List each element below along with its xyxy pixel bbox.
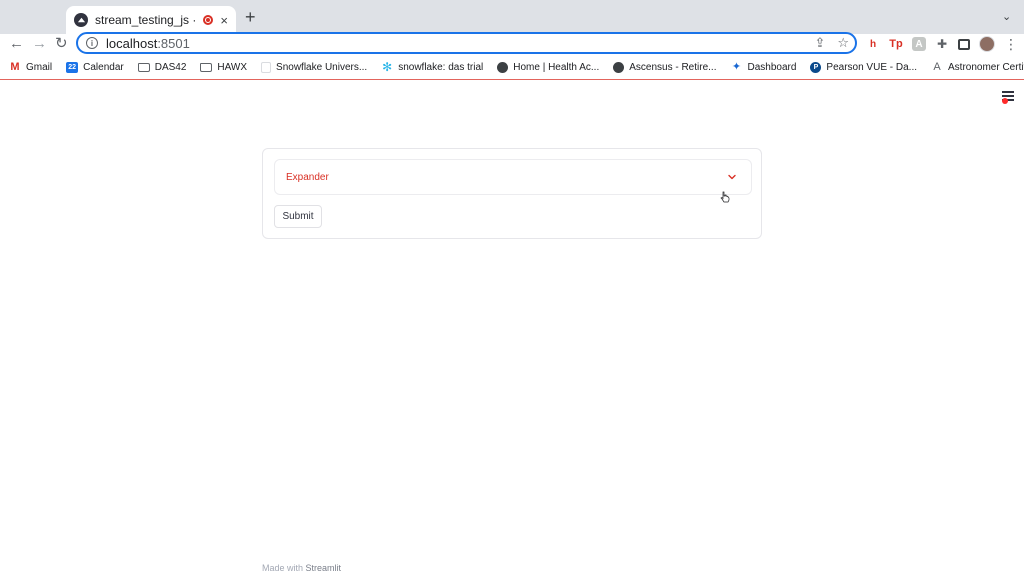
hand-cursor-icon — [720, 191, 730, 203]
bookmark-label: Dashboard — [747, 61, 797, 73]
browser-toolbar: ← → ↻ i localhost:8501 ⇪ ☆ h Tp A ✚ ⋮ — [0, 32, 1024, 56]
bookmark-item[interactable]: A Astronomer Certif... — [931, 60, 1024, 73]
footer: Made with Streamlit — [262, 563, 342, 573]
astronomer-icon: A — [933, 60, 941, 73]
calendar-icon: 22 — [66, 61, 79, 73]
side-panel-icon[interactable] — [958, 38, 970, 50]
expander[interactable]: Expander — [274, 159, 752, 203]
browser-menu-icon[interactable]: ⋮ — [1004, 37, 1018, 51]
new-tab-button[interactable]: + — [245, 8, 256, 26]
recording-indicator-icon — [203, 15, 214, 25]
form-container: Expander Submit — [262, 148, 762, 239]
bookmark-item[interactable]: Snowflake Univers... — [261, 61, 368, 73]
share-icon[interactable]: ⇪ — [814, 35, 825, 51]
bookmark-item[interactable]: Home | Health Ac... — [497, 61, 600, 73]
forward-button[interactable]: → — [32, 35, 47, 53]
bookmarks-bar: M Gmail 22 Calendar DAS42 HAWX Snowflake Unive… — [0, 56, 1024, 78]
bookmark-star-icon[interactable]: ☆ — [837, 35, 849, 51]
tab-close-icon[interactable]: × — [220, 14, 228, 27]
address-bar[interactable]: i localhost:8501 ⇪ ☆ — [76, 32, 857, 54]
chevron-down-icon — [728, 174, 736, 180]
streamlit-page: Expander Submit Made with Streamlit — [0, 80, 1024, 583]
tab-title: stream_testing_js · Streamlit — [95, 13, 199, 27]
bookmark-label: Home | Health Ac... — [513, 61, 600, 73]
browser-tab-active[interactable]: stream_testing_js · Streamlit × — [66, 6, 236, 34]
bookmark-item[interactable]: P Pearson VUE - Da... — [810, 61, 917, 73]
dashboard-icon: ✦ — [731, 60, 742, 73]
globe-icon — [497, 61, 509, 73]
app-main-menu-button[interactable] — [1002, 91, 1016, 104]
bookmark-label: Snowflake Univers... — [276, 61, 368, 73]
folder-icon — [200, 62, 213, 72]
bookmark-item[interactable]: Ascensus - Retire... — [613, 61, 717, 73]
extension-tp-icon[interactable]: Tp — [889, 37, 903, 51]
url-text[interactable]: localhost:8501 — [106, 36, 190, 51]
bookmark-label: Gmail — [26, 61, 53, 73]
expander-label: Expander — [286, 171, 329, 183]
back-button[interactable]: ← — [9, 35, 24, 53]
bookmark-item[interactable]: ✻ snowflake: das trial — [381, 60, 484, 74]
site-info-icon[interactable]: i — [86, 37, 98, 49]
notification-dot-icon — [1002, 98, 1008, 104]
page-icon — [261, 61, 272, 73]
bookmark-item[interactable]: M Gmail — [9, 60, 53, 73]
browser-tab-strip: stream_testing_js · Streamlit × + ⌄ — [0, 0, 1024, 34]
globe-icon — [613, 61, 625, 73]
profile-avatar[interactable] — [979, 36, 995, 52]
bookmark-label: HAWX — [217, 61, 248, 73]
pearson-icon: P — [810, 61, 822, 73]
bookmark-item[interactable]: 22 Calendar — [66, 61, 124, 73]
reload-button[interactable]: ↻ — [55, 35, 68, 53]
bookmark-label: Pearson VUE - Da... — [826, 61, 917, 73]
streamlit-favicon-icon — [74, 13, 88, 27]
streamlit-link[interactable]: Streamlit — [306, 563, 342, 573]
bookmark-item[interactable]: DAS42 — [137, 61, 187, 73]
folder-icon — [137, 62, 150, 72]
bookmark-label: Calendar — [83, 61, 124, 73]
extension-a-icon[interactable]: A — [912, 37, 926, 51]
gmail-icon: M — [10, 60, 20, 73]
bookmark-label: DAS42 — [154, 61, 187, 73]
tab-search-icon[interactable]: ⌄ — [1002, 10, 1011, 23]
extension-h-icon[interactable]: h — [866, 37, 880, 51]
bookmark-label: Ascensus - Retire... — [629, 61, 717, 73]
submit-button[interactable]: Submit — [274, 205, 322, 228]
extensions-puzzle-icon[interactable]: ✚ — [935, 37, 949, 51]
bookmark-item[interactable]: HAWX — [200, 62, 247, 73]
snowflake-icon: ✻ — [382, 60, 393, 74]
bookmark-label: snowflake: das trial — [398, 61, 484, 73]
extensions-area: h Tp A ✚ ⋮ — [866, 35, 1018, 53]
bookmark-item[interactable]: ✦ Dashboard — [730, 60, 797, 73]
bookmark-label: Astronomer Certif... — [948, 61, 1024, 73]
